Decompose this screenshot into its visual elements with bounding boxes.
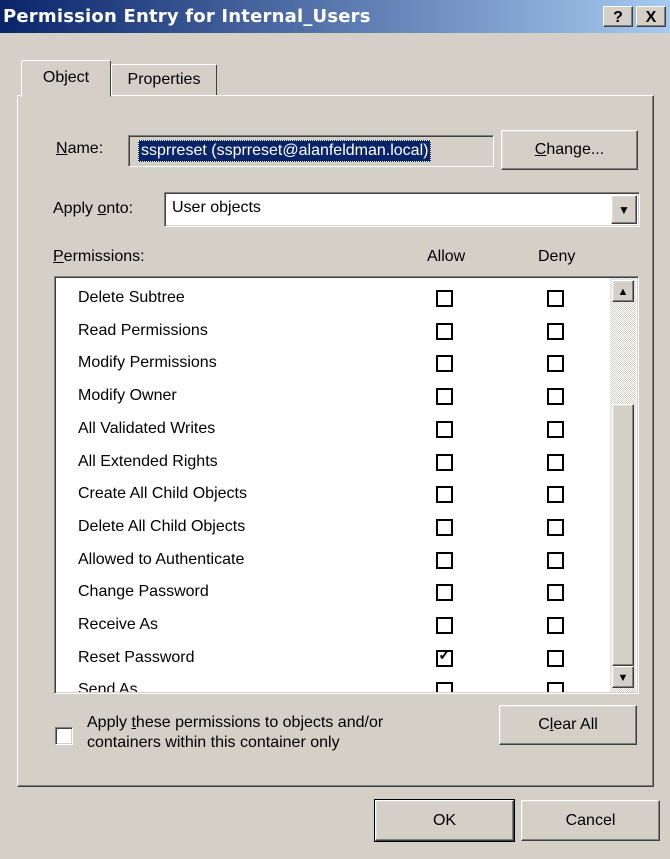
permission-deny-checkbox[interactable] <box>547 453 564 471</box>
clear-all-button[interactable]: Clear All <box>499 705 637 745</box>
tab-properties[interactable]: Properties <box>111 64 217 95</box>
permission-allow-checkbox[interactable] <box>436 518 453 536</box>
permission-allow-checkbox[interactable] <box>436 388 453 406</box>
permission-name: Delete All Child Objects <box>78 517 246 535</box>
permissions-label: Permissions: <box>53 248 145 265</box>
permission-deny-checkbox[interactable] <box>547 486 564 504</box>
apply-container-only-label: Apply these permissions to objects and/o… <box>87 714 384 751</box>
permission-deny-checkbox[interactable] <box>547 617 564 634</box>
permission-name: Change Password <box>78 583 209 601</box>
permission-name: Send As <box>78 681 138 692</box>
permission-deny-checkbox[interactable] <box>547 649 564 667</box>
permission-allow-checkbox[interactable] <box>436 617 453 634</box>
apply-container-only-checkbox[interactable] <box>55 727 73 745</box>
checkmark-icon: ✓ <box>438 646 451 664</box>
permission-name: Create All Child Objects <box>78 485 247 503</box>
tab-object[interactable]: Object <box>21 60 111 97</box>
permission-name: Reset Password <box>78 648 195 666</box>
permission-row: Delete All Child Objects <box>54 511 609 543</box>
permission-deny-checkbox[interactable] <box>547 290 564 307</box>
permission-allow-checkbox[interactable] <box>436 453 453 471</box>
permission-name: All Validated Writes <box>78 419 216 437</box>
cancel-button[interactable]: Cancel <box>521 800 660 841</box>
permission-row: Allowed to Authenticate <box>54 544 609 576</box>
permission-deny-checkbox[interactable] <box>547 420 564 438</box>
permission-deny-checkbox[interactable] <box>547 355 564 373</box>
permissions-rows: Delete Subtree Read Permissions Modify Per… <box>54 276 609 692</box>
permission-name: Allowed to Authenticate <box>78 550 245 568</box>
permission-deny-checkbox[interactable] <box>547 322 564 340</box>
permission-allow-checkbox[interactable] <box>436 290 453 307</box>
name-field[interactable]: ssprreset (ssprreset@alanfeldman.local) <box>128 135 494 167</box>
permission-row: Delete Subtree <box>54 282 609 314</box>
name-value: ssprreset (ssprreset@alanfeldman.local) <box>138 140 432 162</box>
permission-allow-checkbox[interactable] <box>436 551 453 569</box>
help-button[interactable]: ? <box>603 6 633 27</box>
permission-row: Modify Permissions <box>54 347 609 379</box>
permission-allow-checkbox[interactable] <box>436 322 453 340</box>
title-bar[interactable]: Permission Entry for Internal_Users ? X <box>0 0 670 33</box>
scroll-up-icon[interactable]: ▲ <box>612 280 634 302</box>
permission-deny-checkbox[interactable] <box>547 518 564 536</box>
scroll-thumb[interactable] <box>612 404 634 666</box>
permission-allow-checkbox[interactable] <box>436 584 453 602</box>
permission-name: Read Permissions <box>78 321 208 339</box>
permission-name: Delete Subtree <box>78 289 185 306</box>
ok-button[interactable]: OK <box>374 799 515 842</box>
change-button[interactable]: Change... <box>501 130 638 170</box>
name-label: Name: <box>56 140 104 157</box>
permission-row: Send As <box>54 674 609 692</box>
allow-header: Allow <box>427 248 466 265</box>
permission-deny-checkbox[interactable] <box>547 551 564 569</box>
permission-name: Receive As <box>78 616 159 633</box>
permission-deny-checkbox[interactable] <box>547 388 564 406</box>
permission-row: All Extended Rights <box>54 446 609 478</box>
permission-name: Modify Owner <box>78 387 177 405</box>
permission-row: Change Password <box>54 576 609 608</box>
permission-allow-checkbox[interactable] <box>436 486 453 504</box>
permission-name: All Extended Rights <box>78 452 218 470</box>
close-button[interactable]: X <box>636 6 666 27</box>
permission-row: Reset Password ✓ <box>54 642 609 674</box>
permission-allow-checkbox[interactable] <box>436 420 453 438</box>
deny-header: Deny <box>538 248 576 265</box>
permission-row: Read Permissions <box>54 315 609 347</box>
permission-row: Modify Owner <box>54 380 609 412</box>
apply-onto-value: User objects <box>172 199 261 216</box>
permissions-scrollbar[interactable]: ▲ ▼ <box>610 278 636 692</box>
permission-row: Create All Child Objects <box>54 478 609 510</box>
permission-allow-checkbox[interactable] <box>436 682 453 692</box>
window-title: Permission Entry for Internal_Users <box>3 6 371 27</box>
apply-onto-select[interactable]: User objects ▼ <box>164 192 640 227</box>
apply-onto-label: Apply onto: <box>53 200 134 217</box>
permission-deny-checkbox[interactable] <box>547 584 564 602</box>
permission-row: All Validated Writes <box>54 413 609 445</box>
scroll-down-icon[interactable]: ▼ <box>612 666 634 688</box>
permission-row: Receive As <box>54 609 609 641</box>
permission-deny-checkbox[interactable] <box>547 682 564 692</box>
permission-allow-checkbox[interactable] <box>436 355 453 373</box>
permission-allow-checkbox[interactable]: ✓ <box>436 646 453 667</box>
permission-name: Modify Permissions <box>78 354 217 372</box>
chevron-down-icon[interactable]: ▼ <box>611 195 637 224</box>
